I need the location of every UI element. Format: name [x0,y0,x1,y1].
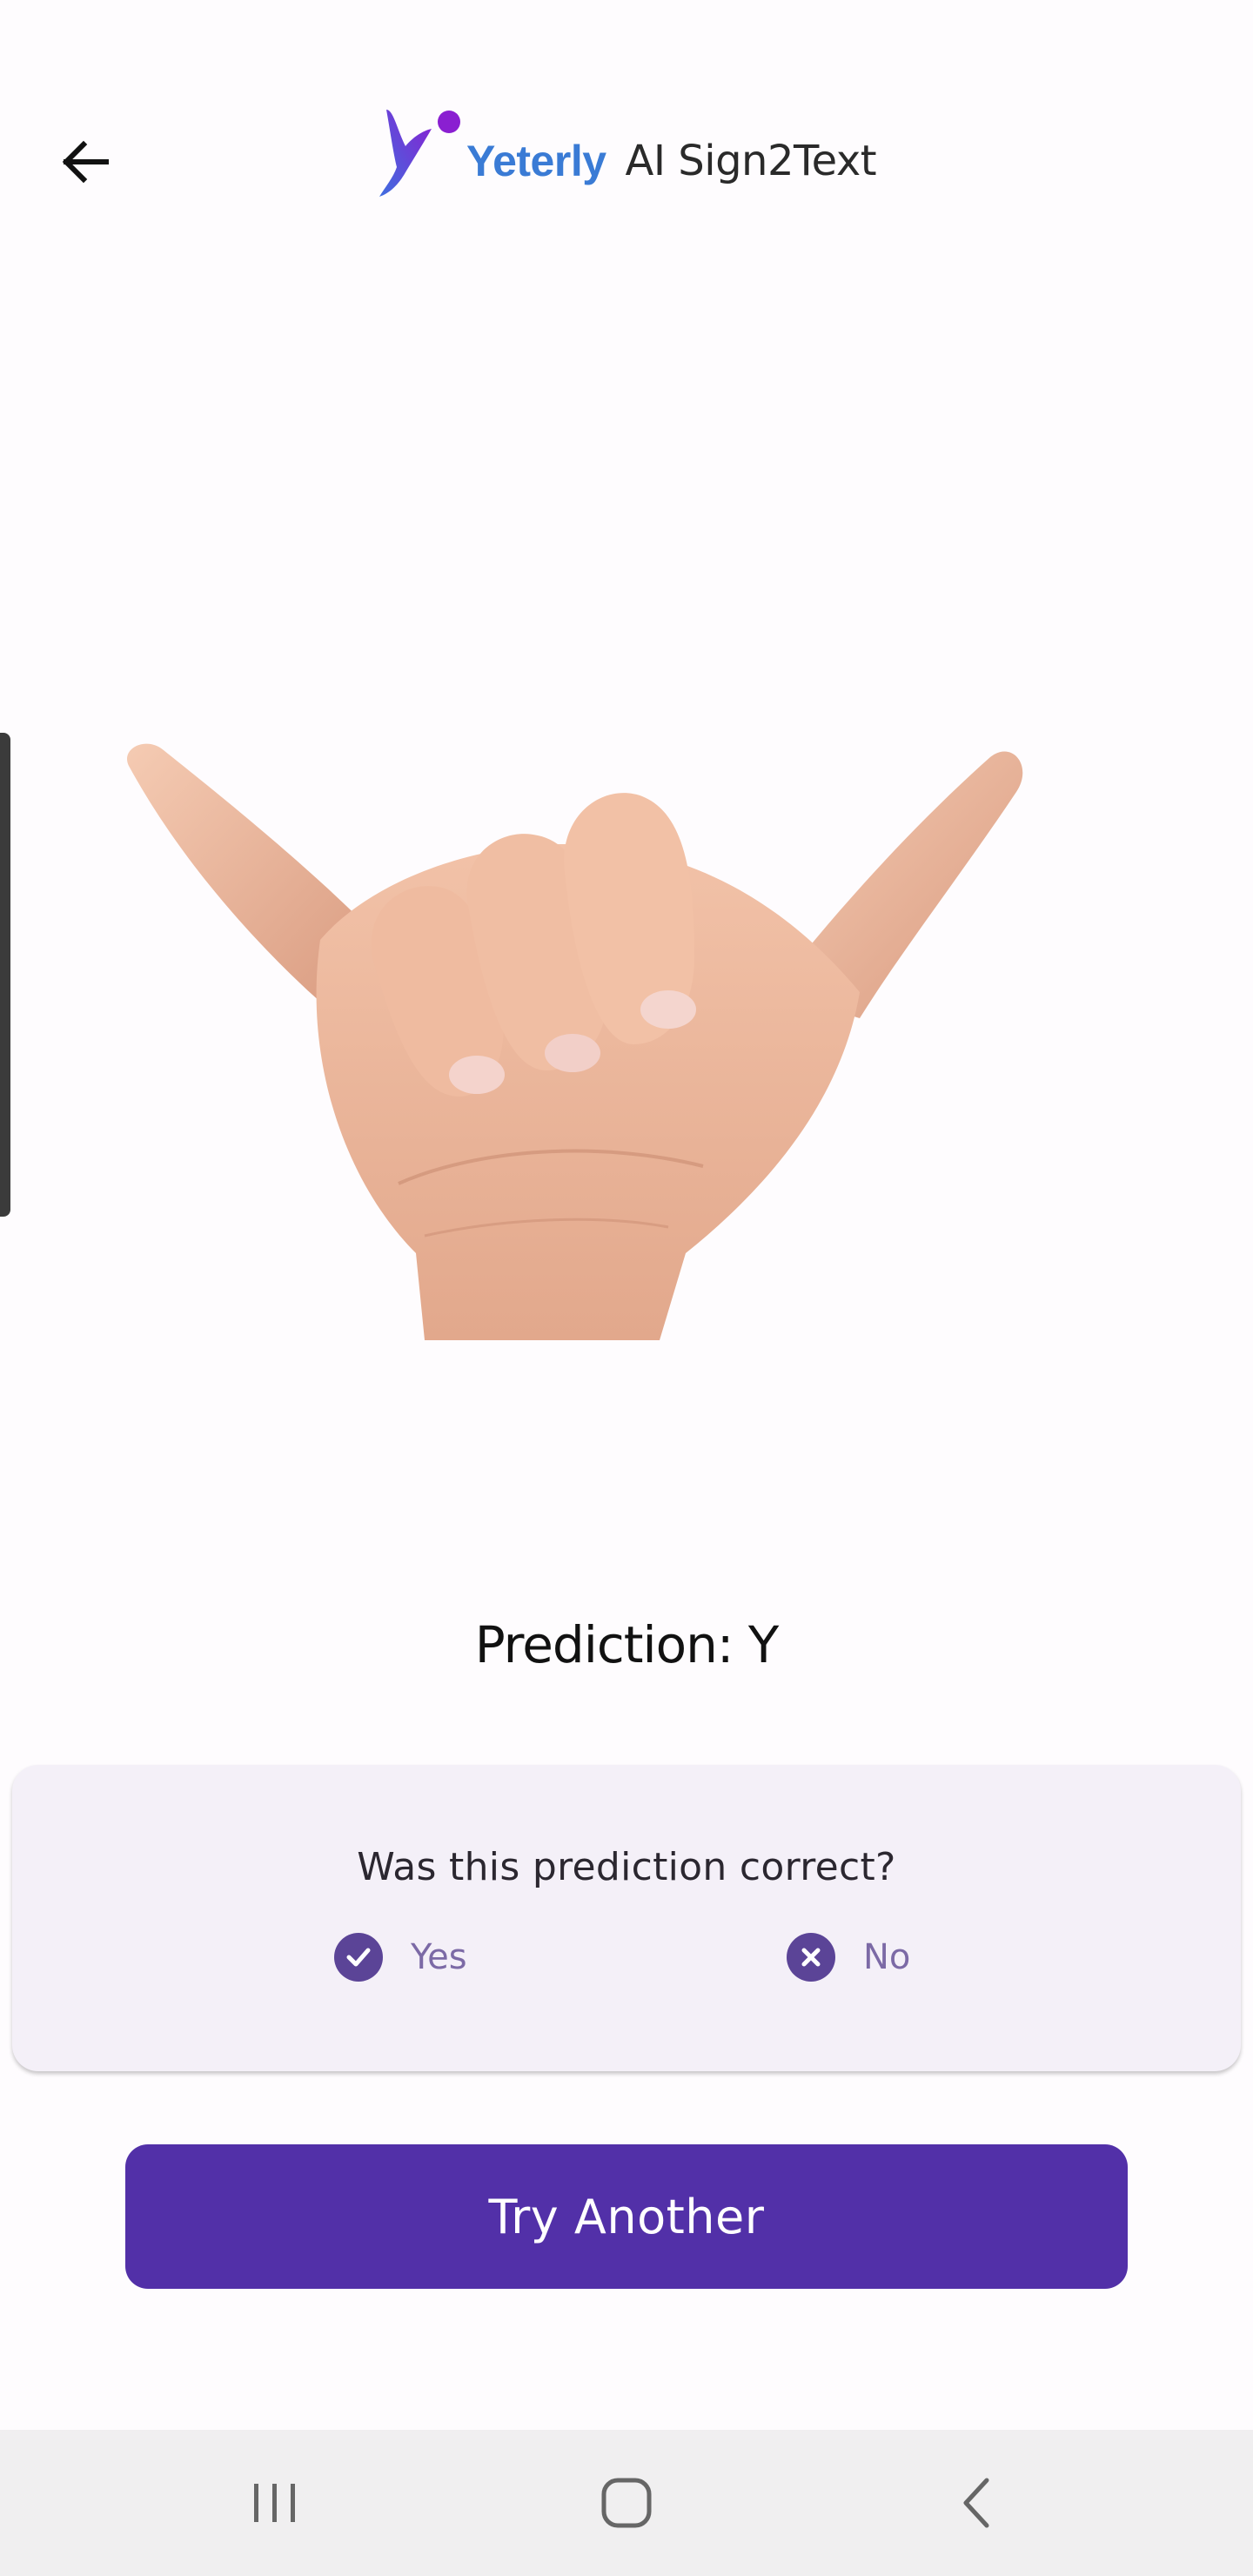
app-logo: Yeterly AI Sign2Text [374,103,877,207]
no-option[interactable]: No [787,1927,910,1988]
no-label: No [863,1937,911,1977]
recent-apps-icon [254,2484,295,2522]
arrow-left-icon [62,140,109,184]
recent-apps-button[interactable] [223,2466,327,2539]
side-drawer-handle[interactable] [0,733,10,1217]
x-circle-icon [787,1933,835,1982]
brand-name: Yeterly [466,137,606,185]
hand-sign-y-image [127,743,1023,1340]
yes-label: Yes [411,1937,467,1977]
product-name: AI Sign2Text [625,137,877,185]
sign2text-result-screen: Yeterly AI Sign2Text Prediction: Y Was t… [0,0,1253,2576]
feedback-card: Was this prediction correct? Yes No [12,1765,1241,2071]
check-circle-icon [334,1933,383,1982]
home-button[interactable] [574,2466,679,2539]
nav-back-icon [963,2478,989,2528]
prediction-text: Prediction: Y [474,1615,780,1674]
home-icon [601,2478,652,2528]
yeterly-logo-icon [379,110,460,197]
back-button[interactable] [45,122,125,202]
feedback-question: Was this prediction correct? [357,1845,896,1889]
try-another-button[interactable]: Try Another [125,2144,1128,2289]
yes-option[interactable]: Yes [334,1927,467,1988]
system-back-button[interactable] [924,2466,1029,2539]
system-nav-bar [0,2430,1253,2576]
